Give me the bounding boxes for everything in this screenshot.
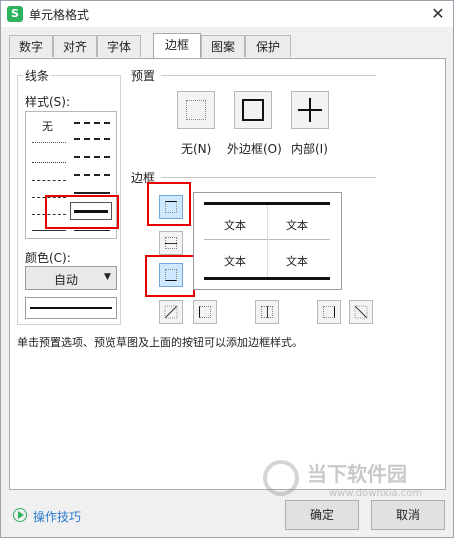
line-preview-stroke [30, 307, 112, 309]
close-button[interactable]: ✕ [425, 3, 451, 25]
border-divider [161, 177, 376, 178]
preview-text-4: 文本 [286, 255, 308, 268]
border-diagonal-up-button[interactable] [159, 300, 183, 324]
border-right-button[interactable] [317, 300, 341, 324]
watermark: 当下软件园 www.downxia.com [263, 454, 443, 504]
border-vertical-icon-line [267, 306, 268, 318]
presets-divider [161, 75, 376, 76]
diagonal-up-icon [164, 305, 178, 319]
tips-link[interactable]: 操作技巧 [33, 508, 81, 525]
cancel-button[interactable]: 取消 [371, 500, 445, 530]
border-left-button[interactable] [193, 300, 217, 324]
diagonal-down-icon [354, 305, 368, 319]
line-style-none[interactable]: 无 [42, 118, 53, 134]
preset-none-icon [186, 100, 206, 120]
color-dropdown[interactable]: 自动 ▼ [25, 266, 117, 290]
tab-pattern[interactable]: 图案 [201, 35, 245, 57]
highlight-top-border [147, 182, 191, 226]
tab-protection[interactable]: 保护 [245, 35, 291, 57]
preset-none-label[interactable]: 无(N) [181, 140, 211, 157]
line-style-dotted[interactable] [32, 162, 66, 163]
title-bar: S 单元格格式 ✕ [1, 1, 453, 27]
ok-button[interactable]: 确定 [285, 500, 359, 530]
line-preview-sample [25, 297, 117, 319]
border-middle-vertical-button[interactable] [255, 300, 279, 324]
tab-border[interactable]: 边框 [153, 33, 201, 58]
preview-text-2: 文本 [286, 219, 308, 232]
preset-none-button[interactable] [177, 91, 215, 129]
line-style-thin[interactable] [32, 230, 66, 231]
line-style-medium-dash-dot[interactable] [74, 156, 110, 158]
tab-font[interactable]: 字体 [97, 35, 141, 57]
color-label: 颜色(C): [25, 251, 71, 265]
highlight-bottom-border [145, 255, 195, 297]
watermark-url: www.downxia.com [329, 488, 423, 499]
tips-play-icon[interactable] [13, 508, 27, 522]
line-group-title: 线条 [23, 67, 52, 84]
window-title: 单元格格式 [29, 8, 90, 22]
preview-bottom-line [204, 277, 330, 280]
line-style-medium-dashed[interactable] [74, 174, 110, 176]
line-style-dash-dot-dot[interactable] [32, 180, 66, 181]
border-preview[interactable]: 文本 文本 文本 文本 [193, 192, 342, 290]
format-cells-dialog: S 单元格格式 ✕ 数字 对齐 字体 边框 图案 保护 线条 样式(S): 无 [0, 0, 454, 538]
preset-inside-label[interactable]: 内部(I) [291, 140, 328, 157]
color-value: 自动 [54, 273, 79, 287]
app-icon: S [7, 6, 23, 22]
tab-number[interactable]: 数字 [9, 35, 53, 57]
preset-inside-button[interactable] [291, 91, 329, 129]
preview-text-1: 文本 [224, 219, 246, 232]
preset-outline-icon [242, 99, 264, 121]
border-right-icon [323, 306, 335, 318]
preset-outline-button[interactable] [234, 91, 272, 129]
line-style-medium-dash-dot-dot[interactable] [74, 122, 110, 124]
play-icon [18, 511, 24, 519]
border-left-icon [199, 306, 211, 318]
highlight-thick-line [45, 195, 119, 229]
style-label: 样式(S): [25, 95, 71, 109]
preview-center-guide [267, 205, 268, 277]
border-middle-horizontal-button[interactable] [159, 231, 183, 255]
line-style-slant-dash-dot[interactable] [74, 138, 110, 140]
line-style-hair[interactable] [32, 142, 66, 143]
watermark-logo-icon [263, 460, 299, 496]
hint-text: 单击预置选项、预览草图及上面的按钮可以添加边框样式。 [17, 336, 303, 349]
border-diagonal-down-button[interactable] [349, 300, 373, 324]
border-middle-icon-line [165, 243, 177, 244]
chevron-down-icon: ▼ [104, 272, 111, 282]
preset-outline-label[interactable]: 外边框(O) [227, 140, 282, 157]
preset-inside-horizontal [298, 109, 322, 111]
tab-alignment[interactable]: 对齐 [53, 35, 97, 57]
preview-text-3: 文本 [224, 255, 246, 268]
line-style-medium[interactable] [74, 192, 110, 194]
watermark-text: 当下软件园 [307, 462, 407, 486]
presets-title: 预置 [129, 67, 158, 84]
